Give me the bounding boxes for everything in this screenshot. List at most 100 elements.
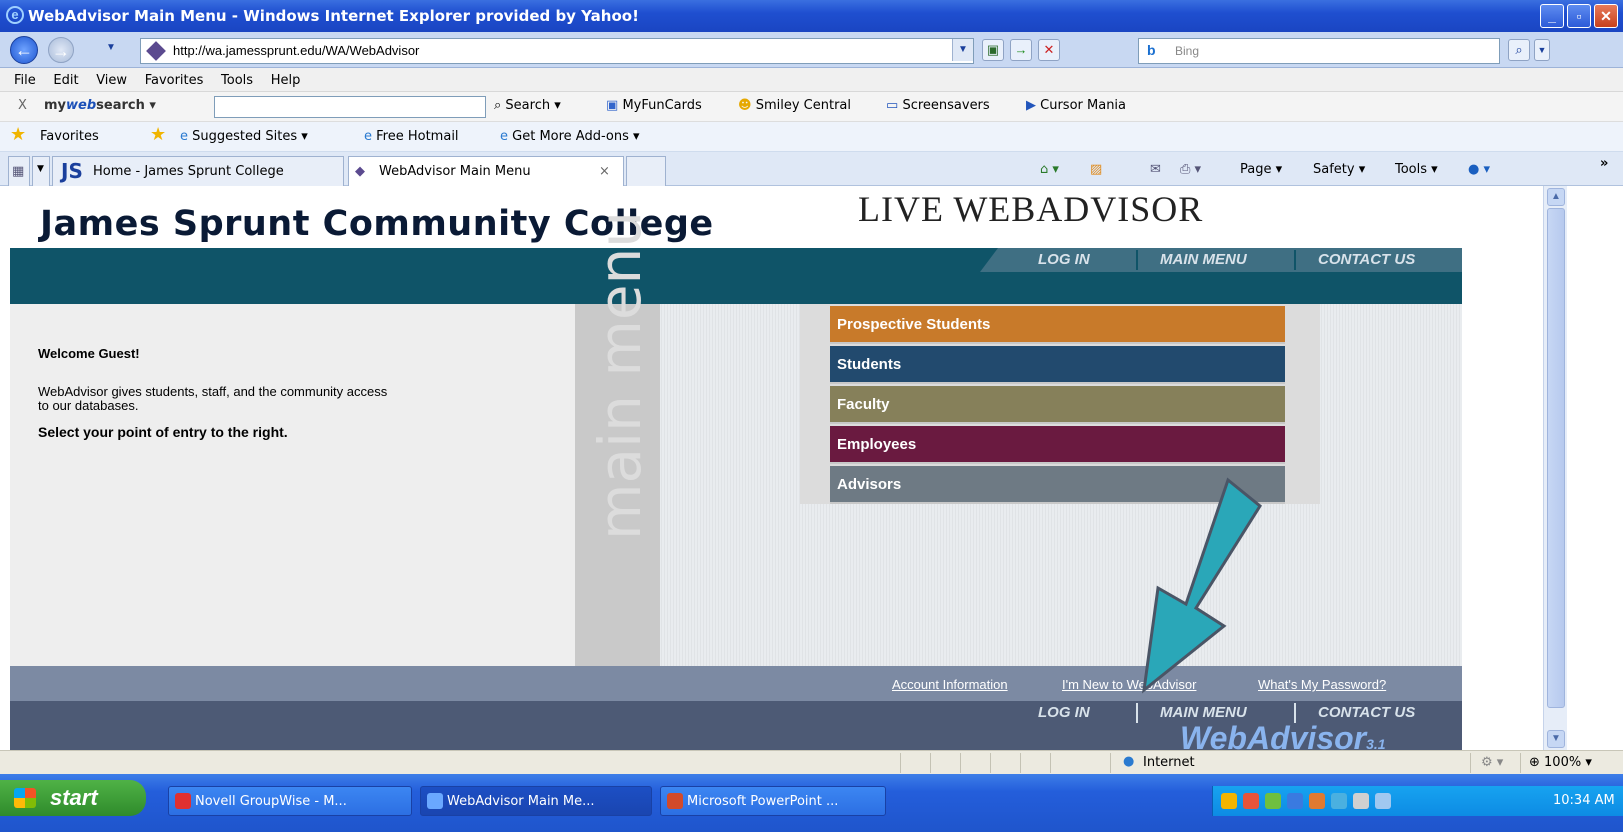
- toolbar-overflow-icon[interactable]: »: [1600, 156, 1608, 171]
- tab-webadvisor-main-menu[interactable]: ◆ WebAdvisor Main Menu ×: [348, 156, 624, 186]
- scroll-thumb[interactable]: [1547, 208, 1565, 708]
- vertical-scrollbar[interactable]: ▲ ▼: [1543, 186, 1567, 750]
- compatibility-icon[interactable]: ▣: [982, 39, 1004, 61]
- top-nav-login[interactable]: LOG IN: [1038, 251, 1090, 268]
- safety-menu[interactable]: Safety ▾: [1313, 162, 1365, 177]
- add-favorite-icon[interactable]: ★: [150, 124, 166, 145]
- monitor-icon: ▭: [886, 98, 899, 113]
- minimize-button[interactable]: _: [1540, 4, 1564, 28]
- task-powerpoint[interactable]: Microsoft PowerPoint ...: [660, 786, 886, 816]
- mywebsearch-search-button[interactable]: ⌕ Search ▾: [494, 98, 561, 113]
- footer-nav-main-menu[interactable]: MAIN MENU: [1160, 704, 1247, 721]
- get-more-addons-link[interactable]: e Get More Add-ons ▾: [500, 129, 640, 144]
- intro-line-2: to our databases.: [38, 398, 139, 413]
- menu-view[interactable]: View: [96, 73, 127, 88]
- address-input[interactable]: http://wa.jamessprunt.edu/WA/WebAdvisor …: [140, 38, 974, 64]
- top-nav-main-menu[interactable]: MAIN MENU: [1160, 251, 1247, 268]
- tray-icon-5[interactable]: [1309, 793, 1325, 809]
- tray-icon-6[interactable]: [1331, 793, 1347, 809]
- task-webadvisor[interactable]: WebAdvisor Main Me...: [420, 786, 652, 816]
- window-title-bar[interactable]: e WebAdvisor Main Menu - Windows Interne…: [0, 0, 1623, 32]
- footer-nav-login[interactable]: LOG IN: [1038, 704, 1090, 721]
- ie-icon: e: [180, 129, 188, 144]
- home-icon[interactable]: ⌂ ▾: [1040, 162, 1059, 177]
- tab-home-james-sprunt[interactable]: JS Home - James Sprunt College: [52, 156, 344, 186]
- print-icon[interactable]: ⎙ ▾: [1180, 162, 1201, 177]
- history-dropdown-icon[interactable]: ▼: [106, 42, 116, 53]
- web-page: James Sprunt Community College LIVE WEBA…: [0, 186, 1543, 750]
- mywebsearch-input[interactable]: [214, 96, 486, 118]
- menu-file[interactable]: File: [14, 73, 36, 88]
- start-button[interactable]: start: [0, 780, 146, 816]
- taskbar: start Novell GroupWise - M... WebAdvisor…: [0, 774, 1623, 832]
- menu-faculty[interactable]: Faculty: [830, 386, 1285, 424]
- clock: 10:34 AM: [1553, 793, 1615, 808]
- welcome-heading: Welcome Guest!: [38, 346, 140, 361]
- favorites-button[interactable]: Favorites: [40, 129, 99, 144]
- smiley-central-link[interactable]: ☻ Smiley Central: [738, 98, 851, 113]
- forward-arrow-icon[interactable]: →: [48, 37, 74, 63]
- toolbar-close-icon[interactable]: X: [18, 98, 27, 113]
- search-input[interactable]: b Bing: [1138, 38, 1500, 64]
- feeds-icon[interactable]: ▨: [1090, 162, 1102, 177]
- account-information-link[interactable]: Account Information: [892, 677, 1008, 692]
- tray-icon-3[interactable]: [1265, 793, 1281, 809]
- tab-list-dropdown-icon[interactable]: ▼: [32, 156, 50, 186]
- free-hotmail-link[interactable]: e Free Hotmail: [364, 129, 459, 144]
- menu-edit[interactable]: Edit: [53, 73, 78, 88]
- footer-nav-contact-us[interactable]: CONTACT US: [1318, 704, 1415, 721]
- network-icon[interactable]: [1375, 793, 1391, 809]
- protected-mode-icon[interactable]: ⚙ ▾: [1470, 753, 1521, 773]
- scroll-down-icon[interactable]: ▼: [1547, 730, 1565, 748]
- tray-icon-2[interactable]: [1243, 793, 1259, 809]
- powerpoint-icon: [667, 793, 683, 809]
- menu-prospective-students[interactable]: Prospective Students: [830, 306, 1285, 344]
- status-bar: ● Internet ⚙ ▾ ⊕ 100% ▾: [0, 750, 1623, 774]
- address-dropdown-icon[interactable]: ▼: [952, 39, 973, 61]
- main-menu-watermark: main menu: [586, 211, 654, 540]
- ie-icon: [427, 793, 443, 809]
- site-favicon-icon: [146, 41, 166, 61]
- menu-favorites[interactable]: Favorites: [145, 73, 204, 88]
- security-zone[interactable]: ● Internet: [1110, 753, 1391, 773]
- address-bar-row: ← → ▼ http://wa.jamessprunt.edu/WA/WebAd…: [0, 32, 1623, 68]
- scroll-up-icon[interactable]: ▲: [1547, 188, 1565, 206]
- favorites-star-icon: ★: [10, 124, 27, 145]
- back-arrow-icon[interactable]: ←: [10, 36, 38, 64]
- suggested-sites-link[interactable]: e Suggested Sites ▾: [180, 129, 308, 144]
- menu-help[interactable]: Help: [271, 73, 301, 88]
- help-icon[interactable]: ● ▾: [1468, 162, 1490, 177]
- smiley-icon: ☻: [738, 98, 752, 113]
- screensavers-link[interactable]: ▭ Screensavers: [886, 98, 990, 113]
- new-tab-button[interactable]: [626, 156, 666, 186]
- bing-logo-icon: b: [1147, 42, 1156, 58]
- tab-close-icon[interactable]: ×: [599, 164, 610, 179]
- quick-tabs-icon[interactable]: ▦: [8, 156, 30, 186]
- tray-icon-4[interactable]: [1287, 793, 1303, 809]
- address-url: http://wa.jamessprunt.edu/WA/WebAdvisor: [173, 43, 420, 58]
- myfuncards-link[interactable]: ▣ MyFunCards: [606, 98, 702, 113]
- mywebsearch-brand[interactable]: mywebsearch ▾: [44, 98, 156, 113]
- task-novell-groupwise[interactable]: Novell GroupWise - M...: [168, 786, 412, 816]
- volume-icon[interactable]: [1353, 793, 1369, 809]
- webadvisor-logo: WebAdvisor3.1: [1180, 720, 1386, 750]
- cursor-mania-link[interactable]: ▶ Cursor Mania: [1026, 98, 1126, 113]
- menu-tools[interactable]: Tools: [221, 73, 253, 88]
- tray-icon-1[interactable]: [1221, 793, 1237, 809]
- search-options-icon[interactable]: ▼: [1534, 39, 1550, 61]
- stop-icon[interactable]: ✕: [1038, 39, 1060, 61]
- close-button[interactable]: ✕: [1594, 4, 1618, 28]
- read-mail-icon[interactable]: ✉: [1150, 162, 1161, 177]
- go-arrow-icon[interactable]: →: [1010, 39, 1032, 61]
- menu-students[interactable]: Students: [830, 346, 1285, 384]
- menu-employees[interactable]: Employees: [830, 426, 1285, 464]
- top-nav-contact-us[interactable]: CONTACT US: [1318, 251, 1415, 268]
- favorites-bar: ★ Favorites ★ e Suggested Sites ▾ e Free…: [0, 122, 1623, 152]
- search-magnifier-icon[interactable]: ⌕: [1508, 39, 1530, 61]
- maximize-button[interactable]: ▫: [1567, 4, 1591, 28]
- js-favicon-icon: JS: [61, 159, 83, 183]
- page-menu[interactable]: Page ▾: [1240, 162, 1282, 177]
- zoom-level[interactable]: ⊕ 100% ▾: [1520, 753, 1623, 773]
- tools-menu[interactable]: Tools ▾: [1395, 162, 1438, 177]
- system-tray: 10:34 AM: [1212, 786, 1623, 816]
